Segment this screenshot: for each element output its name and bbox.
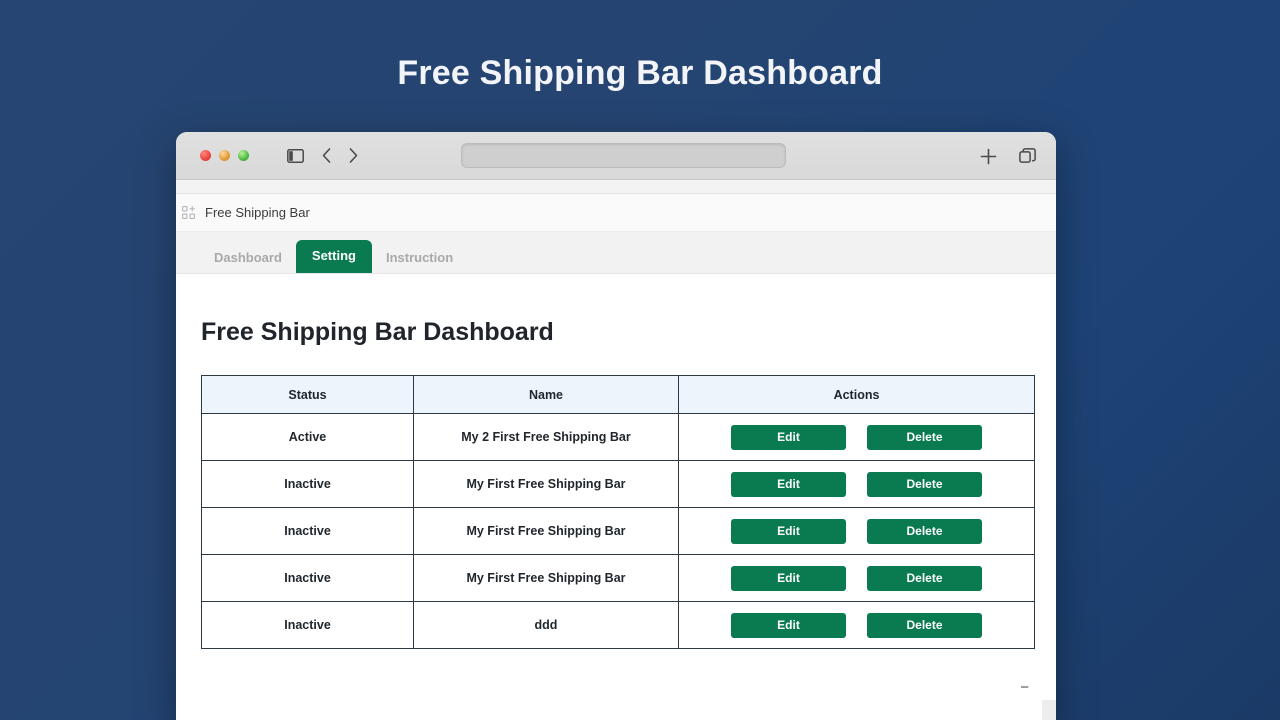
breadcrumb-app-name: Free Shipping Bar: [205, 205, 310, 220]
browser-titlebar: [176, 132, 1056, 180]
cell-name: My First Free Shipping Bar: [413, 460, 679, 508]
browser-bookmarks-strip: [176, 180, 1056, 194]
table-row: Inactive My First Free Shipping Bar Edit…: [201, 554, 1035, 602]
chevron-left-icon[interactable]: [322, 148, 331, 163]
cell-status: Active: [201, 413, 414, 461]
tab-overview-icon[interactable]: [1019, 147, 1036, 165]
cell-actions: Edit Delete: [678, 554, 1035, 602]
vertical-scrollbar[interactable]: [1042, 700, 1056, 720]
browser-nav-group: [287, 148, 358, 163]
delete-button[interactable]: Delete: [867, 612, 982, 638]
minimize-window-button[interactable]: [219, 150, 230, 161]
plus-icon[interactable]: [980, 148, 997, 165]
delete-button[interactable]: Delete: [867, 424, 982, 450]
edit-button[interactable]: Edit: [731, 612, 846, 638]
shipping-bars-table: Status Name Actions Active My 2 First Fr…: [201, 375, 1035, 649]
cell-status: Inactive: [201, 460, 414, 508]
browser-window: Free Shipping Bar Dashboard Setting Inst…: [176, 132, 1056, 720]
cell-status: Inactive: [201, 554, 414, 602]
table-row: Inactive ddd Edit Delete: [201, 601, 1035, 649]
resize-handle-icon[interactable]: −: [1020, 680, 1029, 695]
tab-dashboard[interactable]: Dashboard: [200, 244, 296, 273]
table-row: Active My 2 First Free Shipping Bar Edit…: [201, 413, 1035, 461]
table-head: Status Name Actions: [201, 375, 1035, 414]
cell-name: ddd: [413, 601, 679, 649]
browser-titlebar-actions: [980, 132, 1036, 180]
cell-name: My 2 First Free Shipping Bar: [413, 413, 679, 461]
zoom-window-button[interactable]: [238, 150, 249, 161]
edit-button[interactable]: Edit: [731, 565, 846, 591]
edit-button[interactable]: Edit: [731, 471, 846, 497]
edit-button[interactable]: Edit: [731, 518, 846, 544]
cell-status: Inactive: [201, 507, 414, 555]
column-header-name: Name: [413, 375, 679, 414]
app-tabstrip: Dashboard Setting Instruction: [176, 232, 1056, 274]
chevron-right-icon[interactable]: [349, 148, 358, 163]
tab-instruction[interactable]: Instruction: [372, 244, 467, 273]
cell-actions: Edit Delete: [678, 460, 1035, 508]
page-title: Free Shipping Bar Dashboard: [201, 318, 554, 346]
close-window-button[interactable]: [200, 150, 211, 161]
table-header-row: Status Name Actions: [201, 375, 1035, 414]
apps-add-icon: [182, 206, 195, 219]
cell-name: My First Free Shipping Bar: [413, 554, 679, 602]
app-breadcrumb-bar: Free Shipping Bar: [176, 194, 1056, 232]
cell-name: My First Free Shipping Bar: [413, 507, 679, 555]
page-hero-title: Free Shipping Bar Dashboard: [397, 54, 883, 92]
window-traffic-lights: [200, 150, 249, 161]
app-page-content: Free Shipping Bar Dashboard Status Name …: [176, 274, 1056, 720]
delete-button[interactable]: Delete: [867, 471, 982, 497]
tab-setting[interactable]: Setting: [295, 240, 372, 273]
cell-actions: Edit Delete: [678, 507, 1035, 555]
table-body: Active My 2 First Free Shipping Bar Edit…: [201, 413, 1035, 649]
column-header-actions: Actions: [678, 375, 1035, 414]
sidebar-toggle-icon[interactable]: [287, 148, 304, 163]
column-header-status: Status: [201, 375, 414, 414]
delete-button[interactable]: Delete: [867, 518, 982, 544]
table-row: Inactive My First Free Shipping Bar Edit…: [201, 460, 1035, 508]
address-bar-input[interactable]: [461, 143, 786, 168]
edit-button[interactable]: Edit: [731, 424, 846, 450]
cell-status: Inactive: [201, 601, 414, 649]
table-row: Inactive My First Free Shipping Bar Edit…: [201, 507, 1035, 555]
cell-actions: Edit Delete: [678, 413, 1035, 461]
delete-button[interactable]: Delete: [867, 565, 982, 591]
cell-actions: Edit Delete: [678, 601, 1035, 649]
